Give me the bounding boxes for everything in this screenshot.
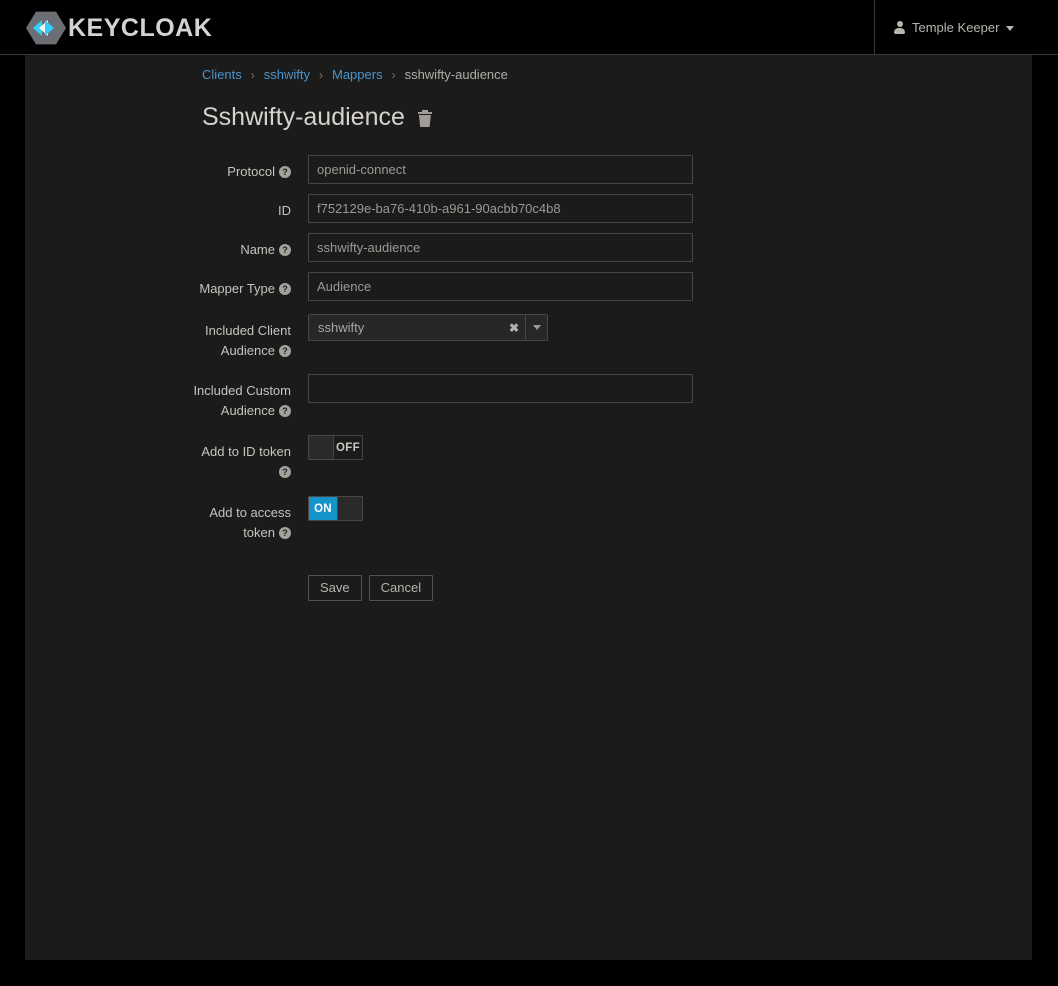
form-row-included-custom-audience: Included Custom Audience? bbox=[25, 374, 1032, 421]
breadcrumb-item-current: sshwifty-audience bbox=[404, 67, 508, 82]
add-to-id-token-state: OFF bbox=[336, 441, 360, 454]
control-wrap-mapper-type bbox=[308, 272, 1032, 301]
form-row-name: Name? bbox=[25, 233, 1032, 262]
label-mapper-type: Mapper Type? bbox=[25, 272, 308, 299]
label-protocol: Protocol? bbox=[25, 155, 308, 182]
form-row-add-to-id-token: Add to ID token ? OFF bbox=[25, 435, 1032, 482]
control-wrap-protocol bbox=[308, 155, 1032, 184]
brand-logo[interactable]: KEYCLOAK bbox=[26, 11, 212, 45]
label-included-custom-audience-line1: Included Custom bbox=[193, 383, 291, 398]
control-wrap-actions: Save Cancel bbox=[308, 553, 1032, 601]
user-menu[interactable]: Temple Keeper bbox=[894, 0, 1024, 54]
control-wrap-included-client-audience: sshwifty ✖ bbox=[308, 314, 1032, 341]
control-wrap-id bbox=[308, 194, 1032, 223]
label-protocol-text: Protocol bbox=[227, 164, 275, 179]
help-icon[interactable]: ? bbox=[279, 166, 291, 178]
actions-label-spacer bbox=[25, 553, 308, 560]
control-wrap-included-custom-audience bbox=[308, 374, 1032, 403]
help-icon[interactable]: ? bbox=[279, 466, 291, 478]
name-input[interactable] bbox=[308, 233, 693, 262]
navbar-divider bbox=[874, 0, 875, 54]
breadcrumb-item-clients[interactable]: Clients bbox=[202, 68, 242, 81]
form-row-id: ID bbox=[25, 194, 1032, 223]
add-to-access-token-toggle[interactable]: ON bbox=[308, 496, 363, 521]
control-wrap-name bbox=[308, 233, 1032, 262]
label-add-to-access-token-line1: Add to access bbox=[209, 505, 291, 520]
label-included-client-audience-line2: Audience bbox=[220, 343, 275, 358]
label-included-client-audience-line1: Included Client bbox=[205, 323, 291, 338]
label-included-client-audience: Included Client Audience? bbox=[25, 314, 308, 361]
included-client-audience-select[interactable]: sshwifty ✖ bbox=[308, 314, 548, 341]
add-to-access-token-state: ON bbox=[309, 497, 337, 520]
id-input[interactable] bbox=[308, 194, 693, 223]
label-add-to-id-token: Add to ID token ? bbox=[25, 435, 308, 482]
label-mapper-type-text: Mapper Type bbox=[199, 281, 275, 296]
protocol-input[interactable] bbox=[308, 155, 693, 184]
toggle-handle bbox=[309, 436, 334, 459]
mapper-type-input[interactable] bbox=[308, 272, 693, 301]
toggle-handle bbox=[337, 497, 362, 520]
help-icon[interactable]: ? bbox=[279, 345, 291, 357]
breadcrumb-separator: › bbox=[318, 67, 323, 82]
label-id: ID bbox=[25, 194, 308, 221]
clear-icon[interactable]: ✖ bbox=[503, 315, 525, 340]
help-icon[interactable]: ? bbox=[279, 527, 291, 539]
breadcrumb-separator: › bbox=[250, 67, 255, 82]
trash-can bbox=[418, 115, 431, 127]
chevron-down-icon bbox=[1006, 25, 1015, 31]
control-wrap-add-to-id-token: OFF bbox=[308, 435, 1032, 460]
trash-icon[interactable] bbox=[417, 110, 432, 127]
brand-name: KEYCLOAK bbox=[68, 13, 213, 42]
content-panel: Clients › sshwifty › Mappers › sshwifty-… bbox=[25, 55, 1032, 960]
form-row-add-to-access-token: Add to access token? ON bbox=[25, 496, 1032, 543]
label-add-to-access-token-line2: token bbox=[243, 525, 275, 540]
page-title-row: Sshwifty-audience bbox=[202, 105, 432, 130]
top-navbar: KEYCLOAK Temple Keeper bbox=[0, 0, 1058, 55]
label-included-custom-audience: Included Custom Audience? bbox=[25, 374, 308, 421]
cancel-button[interactable]: Cancel bbox=[368, 575, 434, 601]
form-row-mapper-type: Mapper Type? bbox=[25, 272, 1032, 301]
breadcrumb-separator: › bbox=[391, 67, 396, 82]
user-icon bbox=[894, 20, 905, 34]
help-icon[interactable]: ? bbox=[279, 283, 291, 295]
breadcrumb-item-mappers[interactable]: Mappers bbox=[332, 68, 383, 81]
form-row-included-client-audience: Included Client Audience? sshwifty ✖ bbox=[25, 314, 1032, 361]
keycloak-hexagon-logo-icon bbox=[26, 11, 66, 45]
help-icon[interactable]: ? bbox=[279, 244, 291, 256]
help-icon[interactable]: ? bbox=[279, 405, 291, 417]
label-name-text: Name bbox=[240, 242, 275, 257]
user-name-label: Temple Keeper bbox=[912, 19, 1000, 35]
form-row-actions: Save Cancel bbox=[25, 553, 1032, 601]
control-wrap-add-to-access-token: ON bbox=[308, 496, 1032, 521]
label-id-text: ID bbox=[278, 203, 291, 218]
chevron-right-icon bbox=[45, 20, 54, 36]
breadcrumb: Clients › sshwifty › Mappers › sshwifty-… bbox=[202, 68, 508, 81]
label-add-to-access-token: Add to access token? bbox=[25, 496, 308, 543]
form-actions: Save Cancel bbox=[308, 575, 1032, 601]
label-included-custom-audience-line2: Audience bbox=[220, 403, 275, 418]
add-to-id-token-toggle[interactable]: OFF bbox=[308, 435, 363, 460]
page-title: Sshwifty-audience bbox=[202, 103, 405, 131]
save-button[interactable]: Save bbox=[308, 575, 362, 601]
included-custom-audience-input[interactable] bbox=[308, 374, 693, 403]
breadcrumb-item-sshwifty[interactable]: sshwifty bbox=[264, 68, 310, 81]
caret-down-icon[interactable] bbox=[525, 315, 547, 340]
label-add-to-id-token-text: Add to ID token bbox=[201, 444, 291, 459]
mapper-form: Protocol? ID Name? bbox=[25, 155, 1032, 611]
trash-lid bbox=[417, 112, 432, 114]
form-row-protocol: Protocol? bbox=[25, 155, 1032, 184]
label-name: Name? bbox=[25, 233, 308, 260]
included-client-audience-value: sshwifty bbox=[318, 320, 365, 335]
